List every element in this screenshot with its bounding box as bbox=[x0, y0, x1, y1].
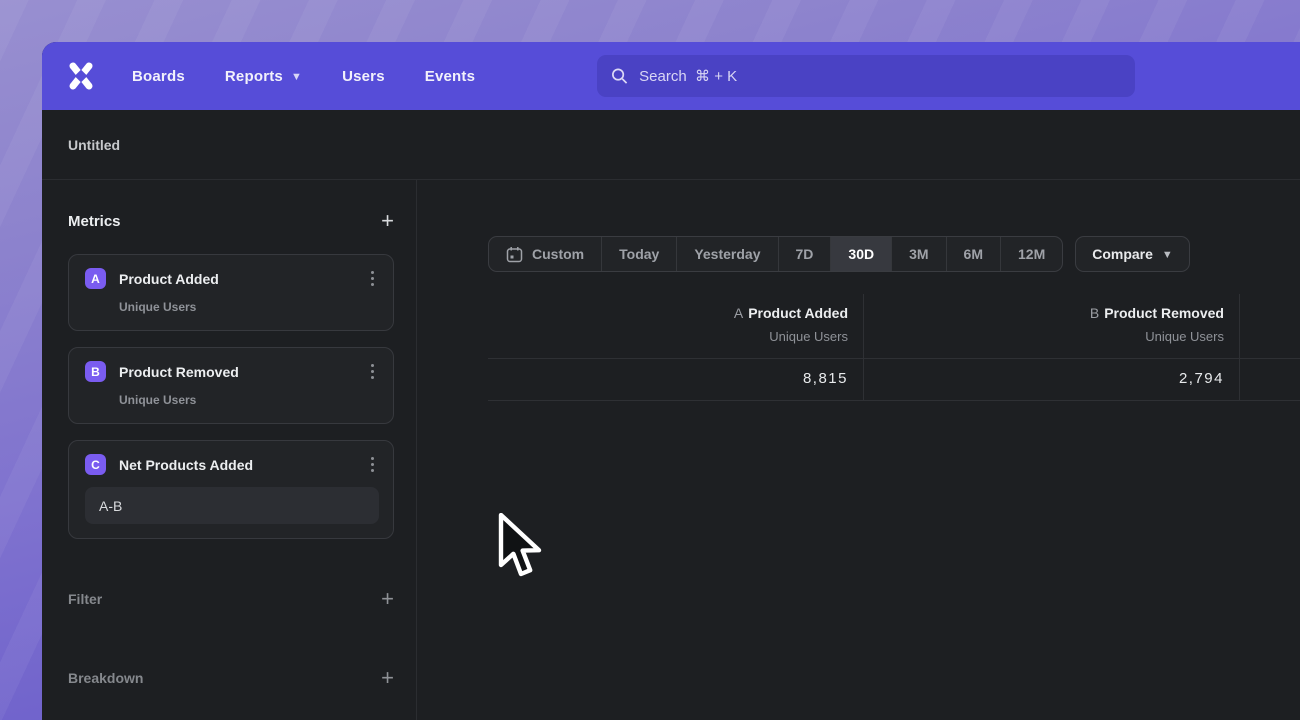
mixpanel-logo-icon[interactable] bbox=[64, 59, 98, 93]
metrics-label: Metrics bbox=[68, 213, 121, 230]
search-bar[interactable] bbox=[597, 55, 1135, 97]
metric-card-a[interactable]: A Product Added Unique Users bbox=[68, 254, 394, 331]
nav-item-boards[interactable]: Boards bbox=[132, 68, 185, 85]
date-range-segmented-control: Custom Today Yesterday 7D 30D 3M 6M 12M bbox=[488, 236, 1063, 272]
column-header[interactable]: B Product Removed Unique Users bbox=[864, 294, 1239, 358]
range-6m[interactable]: 6M bbox=[946, 237, 1000, 271]
compare-label: Compare bbox=[1092, 246, 1153, 262]
date-range-toolbar: Custom Today Yesterday 7D 30D 3M 6M 12M … bbox=[488, 236, 1300, 272]
table-column-filler bbox=[1240, 294, 1300, 400]
nav-item-events[interactable]: Events bbox=[425, 68, 475, 85]
search-input[interactable] bbox=[639, 68, 1121, 85]
column-badge: B bbox=[1090, 305, 1099, 321]
nav-item-reports[interactable]: Reports ▼ bbox=[225, 68, 302, 85]
nav-item-label: Boards bbox=[132, 68, 185, 85]
metric-badge: B bbox=[85, 361, 106, 382]
metric-badge: C bbox=[85, 454, 106, 475]
metrics-result-table: A Product Added Unique Users 8,815 B Produ… bbox=[488, 294, 1300, 401]
column-header[interactable]: A Product Added Unique Users bbox=[488, 294, 863, 358]
range-7d[interactable]: 7D bbox=[778, 237, 831, 271]
metrics-header: Metrics + bbox=[68, 210, 394, 232]
column-subtitle: Unique Users bbox=[864, 329, 1224, 344]
column-badge: A bbox=[734, 305, 743, 321]
search-icon bbox=[611, 67, 628, 85]
column-subtitle: Unique Users bbox=[488, 329, 848, 344]
nav-items: Boards Reports ▼ Users Events bbox=[132, 68, 475, 85]
nav-item-label: Reports bbox=[225, 68, 283, 85]
add-metric-button[interactable]: + bbox=[381, 210, 394, 232]
metric-title: Product Added bbox=[119, 271, 366, 287]
table-cell-value[interactable]: 2,794 bbox=[864, 358, 1239, 400]
filter-section: Filter + bbox=[68, 588, 394, 610]
range-label: Custom bbox=[532, 246, 584, 262]
calendar-icon bbox=[506, 246, 523, 263]
nav-item-label: Events bbox=[425, 68, 475, 85]
breakdown-label: Breakdown bbox=[68, 670, 143, 686]
range-custom[interactable]: Custom bbox=[489, 237, 601, 271]
formula-input[interactable] bbox=[85, 487, 379, 524]
metric-title: Net Products Added bbox=[119, 457, 366, 473]
metric-measure[interactable]: Unique Users bbox=[119, 393, 379, 407]
results-panel: Custom Today Yesterday 7D 30D 3M 6M 12M … bbox=[417, 180, 1300, 720]
top-nav: Boards Reports ▼ Users Events bbox=[42, 42, 1300, 110]
kebab-menu-icon[interactable] bbox=[366, 268, 379, 289]
breakdown-section: Breakdown + bbox=[68, 667, 394, 689]
table-column-a: A Product Added Unique Users 8,815 bbox=[488, 294, 864, 400]
report-title[interactable]: Untitled bbox=[68, 137, 120, 153]
filter-label: Filter bbox=[68, 591, 102, 607]
table-cell-value[interactable]: 8,815 bbox=[488, 358, 863, 400]
metric-title: Product Removed bbox=[119, 364, 366, 380]
add-breakdown-button[interactable]: + bbox=[381, 667, 394, 689]
metric-card-c[interactable]: C Net Products Added bbox=[68, 440, 394, 539]
query-builder-sidebar: Metrics + A Product Added Unique Users B… bbox=[42, 180, 417, 720]
chevron-down-icon: ▼ bbox=[291, 71, 302, 83]
report-title-bar: Untitled bbox=[42, 110, 1300, 180]
nav-item-users[interactable]: Users bbox=[342, 68, 385, 85]
metric-badge: A bbox=[85, 268, 106, 289]
table-column-b: B Product Removed Unique Users 2,794 bbox=[864, 294, 1240, 400]
metric-measure[interactable]: Unique Users bbox=[119, 300, 379, 314]
metric-card-b[interactable]: B Product Removed Unique Users bbox=[68, 347, 394, 424]
range-3m[interactable]: 3M bbox=[891, 237, 945, 271]
app-window: Boards Reports ▼ Users Events Untitled bbox=[42, 42, 1300, 720]
column-title: Product Removed bbox=[1104, 305, 1224, 321]
range-yesterday[interactable]: Yesterday bbox=[676, 237, 777, 271]
add-filter-button[interactable]: + bbox=[381, 588, 394, 610]
kebab-menu-icon[interactable] bbox=[366, 361, 379, 382]
column-title: Product Added bbox=[748, 305, 848, 321]
range-today[interactable]: Today bbox=[601, 237, 676, 271]
range-12m[interactable]: 12M bbox=[1000, 237, 1062, 271]
chevron-down-icon: ▼ bbox=[1162, 249, 1173, 261]
compare-button[interactable]: Compare ▼ bbox=[1075, 236, 1190, 272]
nav-item-label: Users bbox=[342, 68, 385, 85]
range-30d-active[interactable]: 30D bbox=[830, 237, 891, 271]
kebab-menu-icon[interactable] bbox=[366, 454, 379, 475]
